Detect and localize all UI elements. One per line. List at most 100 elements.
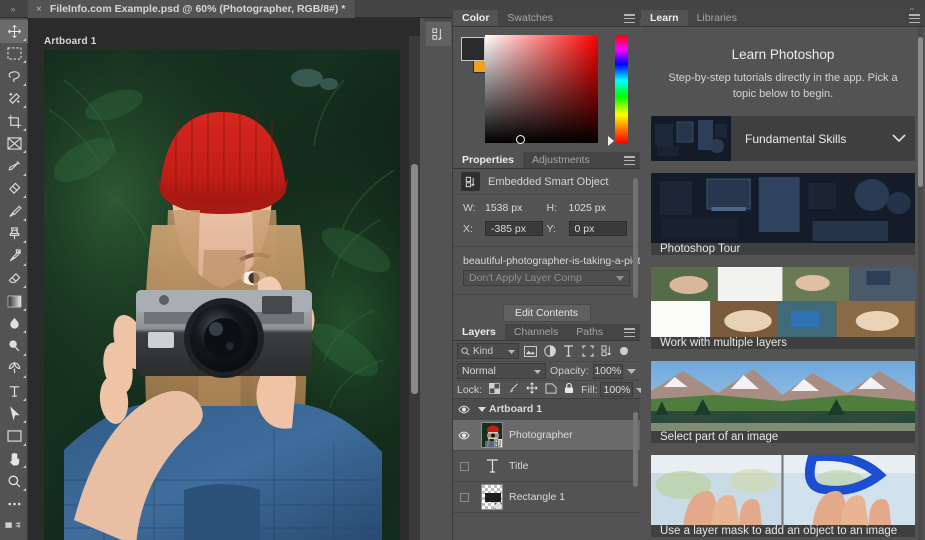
layer-row-title[interactable]: Title xyxy=(453,451,640,482)
layer-thumbnail[interactable] xyxy=(475,422,509,448)
tab-adjustments[interactable]: Adjustments xyxy=(523,152,599,168)
panel-menu-icon[interactable] xyxy=(624,156,635,165)
blend-mode-dropdown[interactable]: Normal xyxy=(457,363,546,379)
layer-hidden-box[interactable] xyxy=(459,492,469,502)
zoom-tool[interactable] xyxy=(0,470,28,493)
tool-options-corner-icon xyxy=(23,60,26,63)
quick-selection-tool[interactable] xyxy=(0,88,28,111)
topic-selector[interactable]: Fundamental Skills xyxy=(651,116,915,161)
edit-toolbar-button[interactable] xyxy=(0,493,28,516)
history-brush-tool[interactable] xyxy=(0,245,28,268)
layer-row-artboard-group[interactable]: Artboard 1 xyxy=(453,399,640,420)
tutorial-card-layer-mask[interactable]: Use a layer mask to add an object to an … xyxy=(651,455,915,537)
y-field[interactable]: Y: 0 px xyxy=(547,221,631,236)
properties-object-type: Embedded Smart Object xyxy=(488,175,609,188)
rectangle-tool[interactable] xyxy=(0,425,28,448)
lock-position-icon[interactable] xyxy=(526,382,538,397)
tab-libraries[interactable]: Libraries xyxy=(688,10,746,26)
layer-name: Photographer xyxy=(509,429,573,441)
horizontal-type-tool[interactable] xyxy=(0,380,28,403)
tab-paths[interactable]: Paths xyxy=(567,324,612,340)
layer-hidden-box[interactable] xyxy=(459,461,469,471)
document-tab[interactable]: × FileInfo.com Example.psd @ 60% (Photog… xyxy=(28,0,357,18)
learn-scrollbar[interactable] xyxy=(918,37,923,187)
lock-transparent-pixels-icon[interactable] xyxy=(489,382,501,397)
clone-stamp-tool[interactable] xyxy=(0,223,28,246)
lock-artboard-nesting-icon[interactable] xyxy=(545,382,557,397)
canvas-vertical-scrollbar[interactable] xyxy=(411,164,418,394)
hue-slider-handle[interactable] xyxy=(608,136,614,146)
panel-menu-icon[interactable] xyxy=(624,14,635,23)
move-tool[interactable] xyxy=(0,20,28,43)
shape-layers-filter-icon[interactable] xyxy=(580,344,595,359)
layer-visibility-toggle[interactable] xyxy=(453,492,475,502)
eraser-tool[interactable] xyxy=(0,268,28,291)
opacity-input[interactable]: 100% xyxy=(592,363,623,379)
left-dock-expand-icon[interactable]: » xyxy=(2,2,24,16)
smart-object-filter-icon[interactable] xyxy=(599,344,614,359)
tab-channels[interactable]: Channels xyxy=(505,324,567,340)
tab-properties[interactable]: Properties xyxy=(453,152,523,168)
dodge-tool[interactable] xyxy=(0,335,28,358)
frame-tool[interactable] xyxy=(0,133,28,156)
x-input[interactable]: -385 px xyxy=(485,221,543,236)
chevron-down-icon[interactable] xyxy=(883,134,915,143)
lasso-tool[interactable] xyxy=(0,65,28,88)
group-expand-chevron-icon[interactable] xyxy=(475,406,489,412)
lock-all-icon[interactable] xyxy=(564,382,574,397)
canvas-area[interactable]: Artboard 1 xyxy=(28,18,420,540)
type-layers-filter-icon[interactable] xyxy=(561,344,576,359)
fill-input[interactable]: 100% xyxy=(600,382,634,397)
tab-learn[interactable]: Learn xyxy=(641,10,688,26)
tab-layers[interactable]: Layers xyxy=(453,324,505,340)
filter-enable-toggle[interactable] xyxy=(620,347,628,355)
brush-tool[interactable] xyxy=(0,200,28,223)
gradient-tool[interactable] xyxy=(0,290,28,313)
layer-comp-select[interactable]: Don't Apply Layer Comp xyxy=(463,270,630,286)
eyedropper-tool[interactable] xyxy=(0,155,28,178)
layer-visibility-toggle[interactable] xyxy=(453,461,475,471)
photoshop-window: » × FileInfo.com Example.psd @ 60% (Phot… xyxy=(0,0,925,540)
layer-row-rectangle[interactable]: Rectangle 1 xyxy=(453,482,640,513)
spot-healing-brush-tool[interactable] xyxy=(0,178,28,201)
opacity-stepper-icon[interactable] xyxy=(627,365,636,377)
layer-visibility-toggle[interactable] xyxy=(453,431,475,440)
panel-menu-icon[interactable] xyxy=(909,14,920,23)
layer-visibility-toggle[interactable] xyxy=(453,405,475,414)
adjustment-layers-filter-icon[interactable] xyxy=(542,344,557,359)
hue-slider[interactable] xyxy=(615,35,628,143)
pixel-layers-filter-icon[interactable] xyxy=(523,344,538,359)
crop-tool[interactable] xyxy=(0,110,28,133)
panel-menu-icon[interactable] xyxy=(624,328,635,337)
edit-contents-button[interactable]: Edit Contents xyxy=(502,304,591,322)
layers-scrollbar[interactable] xyxy=(633,412,638,487)
tutorial-card-photoshop-tour[interactable]: Photoshop Tour xyxy=(651,173,915,255)
foreground-color-swatch[interactable] xyxy=(461,37,485,61)
lock-image-pixels-icon[interactable] xyxy=(507,382,519,397)
canvas-artwork[interactable] xyxy=(44,50,400,540)
color-picker-handle[interactable] xyxy=(516,135,525,144)
blur-tool[interactable] xyxy=(0,313,28,336)
rectangular-marquee-tool[interactable] xyxy=(0,43,28,66)
layer-thumbnail[interactable] xyxy=(475,484,509,510)
layer-row-photographer[interactable]: Photographer xyxy=(453,420,640,451)
topic-thumbnail xyxy=(651,116,731,161)
change-screen-mode-icon[interactable] xyxy=(0,515,28,538)
y-input[interactable]: 0 px xyxy=(568,221,627,236)
filter-kind-dropdown[interactable]: Kind xyxy=(457,343,519,359)
layer-thumbnail[interactable] xyxy=(475,458,509,474)
height-label: H: xyxy=(546,202,558,214)
tab-swatches[interactable]: Swatches xyxy=(498,10,562,26)
close-icon[interactable]: × xyxy=(36,4,42,15)
pen-tool[interactable] xyxy=(0,358,28,381)
properties-scrollbar[interactable] xyxy=(633,178,638,298)
x-field[interactable]: X: -385 px xyxy=(463,221,547,236)
tab-color[interactable]: Color xyxy=(453,10,499,26)
tutorial-card-select-part[interactable]: Select part of an image xyxy=(651,361,915,443)
path-selection-tool[interactable] xyxy=(0,403,28,426)
color-picker-field[interactable] xyxy=(485,35,598,144)
actions-panel-icon[interactable] xyxy=(426,22,451,46)
tutorial-card-multiple-layers[interactable]: Work with multiple layers xyxy=(651,267,915,349)
hand-tool[interactable] xyxy=(0,448,28,471)
tool-options-corner-icon xyxy=(23,217,26,221)
